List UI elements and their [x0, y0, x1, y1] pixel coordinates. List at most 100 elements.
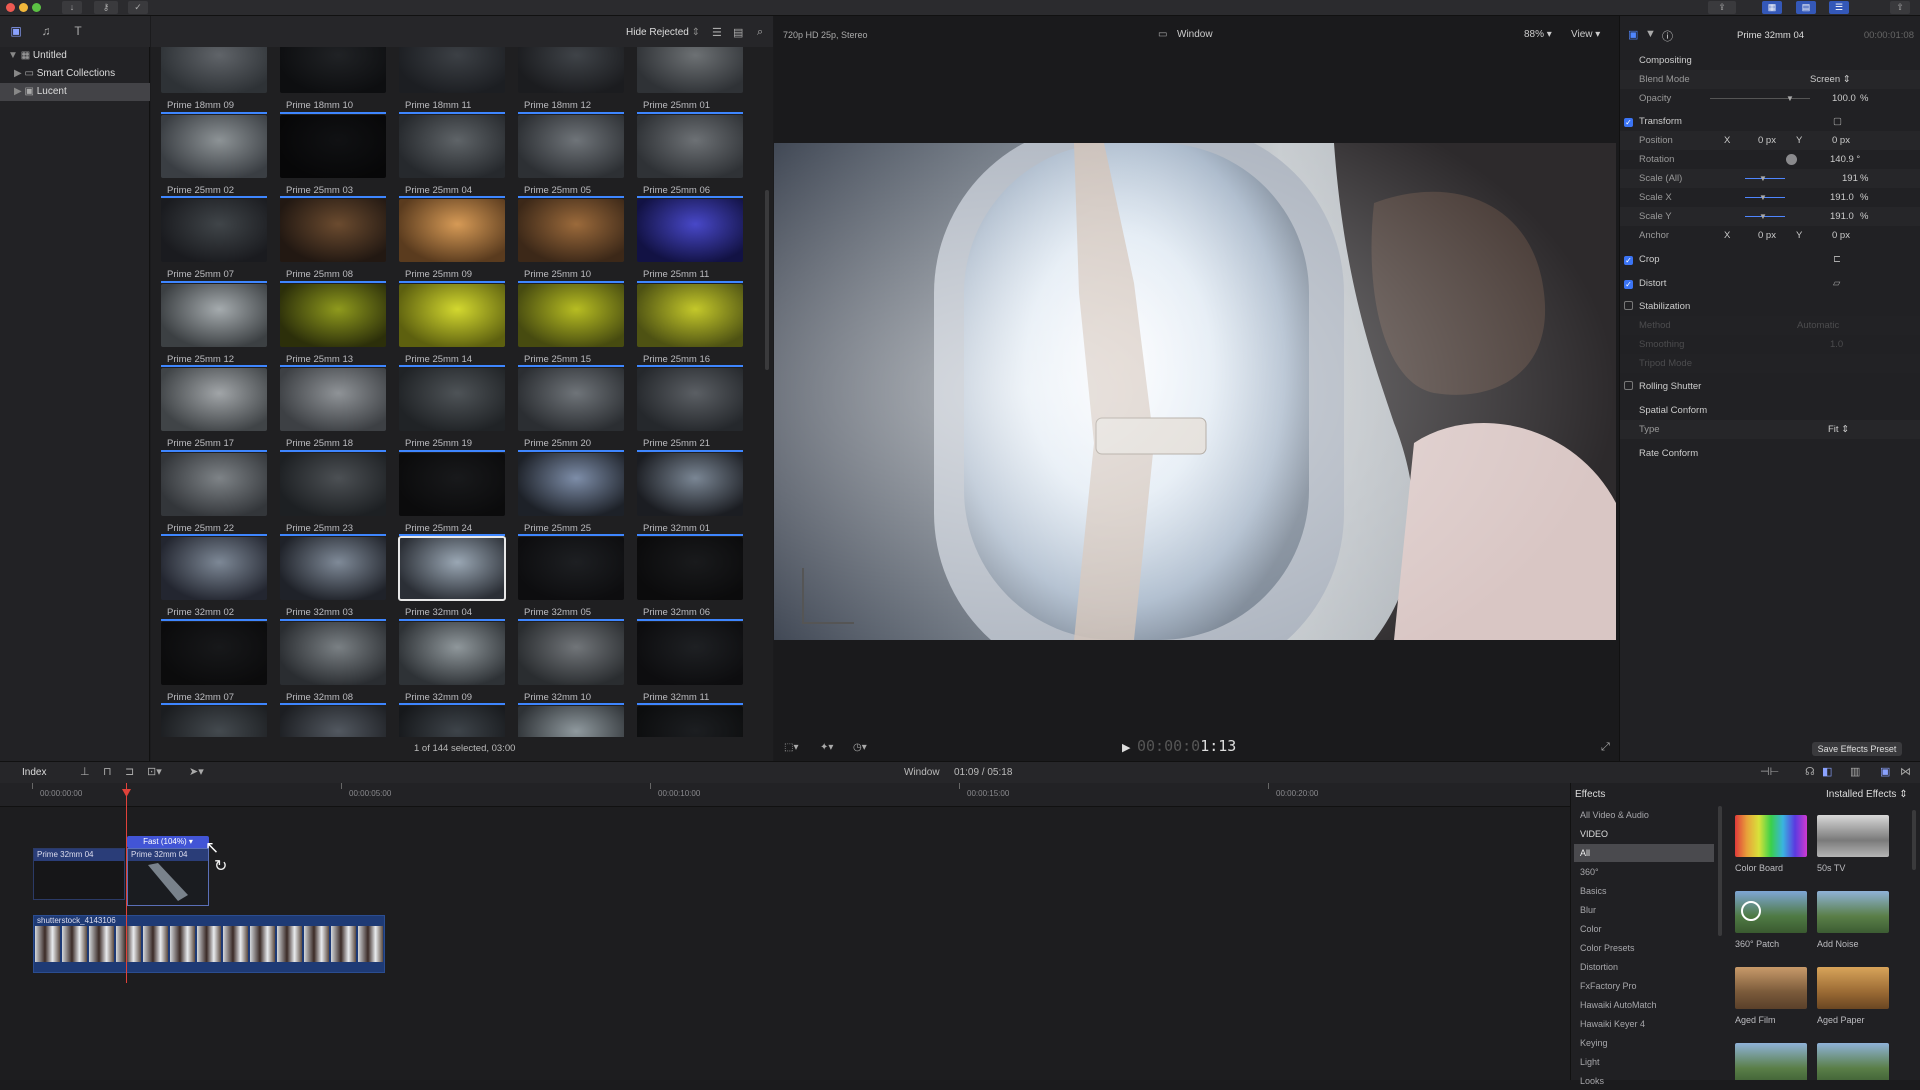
enhancement-tool-icon[interactable]: ✦▾ — [820, 742, 833, 753]
distort-section[interactable]: ✓ Distort ▱ — [1620, 274, 1920, 293]
effects-category-item[interactable]: Color Presets — [1574, 939, 1714, 957]
transform-checkbox[interactable]: ✓ — [1624, 118, 1633, 127]
view-dropdown[interactable]: View ▾ — [1571, 29, 1600, 40]
titles-generators-icon[interactable]: T — [70, 24, 86, 38]
library-item-lucent[interactable]: ▶ ▣ Lucent — [0, 83, 150, 101]
scale-y-slider-knob[interactable]: ▼ — [1759, 207, 1767, 226]
rotation-dial[interactable] — [1786, 154, 1797, 165]
effects-grid-scrollbar[interactable] — [1912, 810, 1916, 870]
overwrite-clip-icon[interactable]: ⊡▾ — [147, 765, 162, 778]
rate-conform-section[interactable]: Rate Conform — [1620, 444, 1920, 463]
effects-category-item[interactable]: Blur — [1574, 901, 1714, 919]
zoom-window-button[interactable] — [32, 3, 41, 12]
position-y-field[interactable]: 0 px — [1832, 131, 1850, 150]
effects-category-item[interactable]: Looks — [1574, 1072, 1714, 1090]
insert-clip-icon[interactable]: ⊓ — [103, 765, 112, 778]
effects-category-item[interactable]: Basics — [1574, 882, 1714, 900]
effects-category-item[interactable]: Hawaiki AutoMatch — [1574, 996, 1714, 1014]
crop-section[interactable]: ✓ Crop ⊏ — [1620, 250, 1920, 269]
keyword-icon[interactable]: ⚷ — [94, 1, 118, 14]
save-effects-preset-button[interactable]: Save Effects Preset — [1812, 742, 1902, 756]
transform-section[interactable]: ✓ Transform ▢ — [1620, 112, 1920, 131]
hide-rejected-dropdown[interactable]: Hide Rejected ⇕ — [626, 27, 700, 38]
crop-checkbox[interactable]: ✓ — [1624, 256, 1633, 265]
snapping-icon[interactable]: ▥ — [1850, 765, 1860, 778]
effects-browser-icon[interactable]: ▣ — [1880, 765, 1890, 778]
audio-skimming-icon[interactable]: ☊ — [1805, 765, 1815, 778]
connected-clip-b[interactable]: Prime 32mm 04 — [127, 848, 209, 906]
append-clip-icon[interactable]: ⊐ — [125, 765, 134, 778]
transform-onscreen-icon[interactable]: ▢ — [1833, 112, 1842, 131]
background-tasks-icon[interactable]: ✓ — [128, 1, 148, 14]
anchor-y-field[interactable]: 0 px — [1832, 226, 1850, 245]
effects-category-item[interactable]: All — [1574, 844, 1714, 862]
filmstrip-view-icon[interactable]: ▤ — [733, 26, 743, 39]
minimize-window-button[interactable] — [19, 3, 28, 12]
anchor-x-field[interactable]: 0 px — [1758, 226, 1776, 245]
effects-category-item[interactable]: FxFactory Pro — [1574, 977, 1714, 995]
select-tool-icon[interactable]: ➤▾ — [189, 765, 204, 778]
timecode-display[interactable]: 00:00:01:13 — [1137, 737, 1236, 755]
crop-onscreen-icon[interactable]: ⊏ — [1833, 250, 1841, 269]
connect-clip-icon[interactable]: ⊥ — [80, 765, 90, 778]
import-icon[interactable]: ↓ — [62, 1, 82, 14]
close-window-button[interactable] — [6, 3, 15, 12]
browser-scrollbar[interactable] — [765, 190, 769, 370]
opacity-slider-knob[interactable]: ▼ — [1786, 89, 1794, 108]
primary-clip[interactable]: shutterstock_4143106 — [33, 915, 385, 973]
library-item-untitled[interactable]: ▼ ▦ Untitled — [0, 47, 150, 65]
effects-category-item[interactable]: Light — [1574, 1053, 1714, 1071]
play-button[interactable]: ▶ — [1122, 741, 1130, 754]
installed-effects-dropdown[interactable]: Installed Effects ⇕ — [1826, 789, 1908, 800]
effects-category-item[interactable]: Distortion — [1574, 958, 1714, 976]
compositing-section[interactable]: Compositing — [1620, 51, 1920, 70]
show-browser-icon[interactable]: ▦ — [1762, 1, 1782, 14]
zoom-dropdown[interactable]: 88% ▾ — [1524, 29, 1552, 40]
info-inspector-icon[interactable]: ⓘ — [1662, 28, 1673, 44]
rolling-shutter-section[interactable]: Rolling Shutter — [1620, 377, 1920, 396]
effects-category-item[interactable]: Keying — [1574, 1034, 1714, 1052]
stabilization-checkbox[interactable] — [1624, 301, 1633, 310]
blend-mode-popup[interactable]: Screen ⇕ — [1810, 70, 1851, 89]
transitions-browser-icon[interactable]: ⋈ — [1900, 765, 1911, 778]
filter-inspector-icon[interactable]: ▼ — [1645, 28, 1656, 40]
connected-clip-a[interactable]: Prime 32mm 04 — [33, 848, 125, 900]
solo-icon[interactable]: ◧ — [1822, 765, 1832, 778]
type-popup[interactable]: Fit ⇕ — [1828, 420, 1849, 439]
rotation-field[interactable]: 140.9 ° — [1830, 150, 1860, 169]
disclosure-closed-icon[interactable]: ▶ — [14, 86, 24, 97]
effects-category-item[interactable]: 360° — [1574, 863, 1714, 881]
rolling-shutter-checkbox[interactable] — [1624, 381, 1633, 390]
library-item-smart-collections[interactable]: ▶ ▭ Smart Collections — [0, 65, 150, 83]
distort-checkbox[interactable]: ✓ — [1624, 280, 1633, 289]
clip-skimming-icon[interactable]: ⊣⊢ — [1760, 765, 1779, 778]
libraries-icon[interactable]: ▣ — [8, 24, 24, 38]
video-inspector-icon[interactable]: ▣ — [1628, 28, 1638, 41]
export-icon[interactable]: ⇧ — [1890, 1, 1910, 14]
opacity-slider[interactable] — [1710, 98, 1810, 99]
clip-appearance-icon[interactable]: ☰ — [712, 26, 722, 39]
share-icon[interactable]: ⇪ — [1708, 1, 1736, 14]
scale-x-slider-knob[interactable]: ▼ — [1759, 188, 1767, 207]
photos-audio-icon[interactable]: ♫ — [38, 24, 54, 38]
position-x-field[interactable]: 0 px — [1758, 131, 1776, 150]
disclosure-closed-icon[interactable]: ▶ — [14, 68, 24, 79]
disclosure-open-icon[interactable]: ▼ — [8, 50, 21, 61]
scale-all-slider-knob[interactable]: ▼ — [1759, 169, 1767, 188]
playhead[interactable] — [126, 783, 127, 983]
spatial-conform-section[interactable]: Spatial Conform — [1620, 401, 1920, 420]
viewer-canvas[interactable] — [774, 143, 1616, 640]
timeline-ruler[interactable]: 00:00:00:00 00:00:05:00 00:00:10:00 00:0… — [0, 783, 1570, 807]
fullscreen-icon[interactable]: ⤢ — [1601, 741, 1610, 754]
retime-tool-icon[interactable]: ◷▾ — [853, 742, 867, 753]
show-timeline-icon[interactable]: ▤ — [1796, 1, 1816, 14]
effects-category-item[interactable]: All Video & Audio — [1574, 806, 1714, 824]
index-button[interactable]: Index — [22, 767, 46, 778]
effects-category-item[interactable]: Hawaiki Keyer 4 — [1574, 1015, 1714, 1033]
search-icon[interactable]: ⌕ — [757, 26, 763, 39]
effects-category-scrollbar[interactable] — [1718, 806, 1722, 936]
transform-tool-icon[interactable]: ⬚▾ — [784, 742, 798, 753]
effects-category-item[interactable]: Color — [1574, 920, 1714, 938]
retime-bar[interactable]: Fast (104%) ▾ — [127, 836, 209, 848]
stabilization-section[interactable]: Stabilization — [1620, 297, 1920, 316]
